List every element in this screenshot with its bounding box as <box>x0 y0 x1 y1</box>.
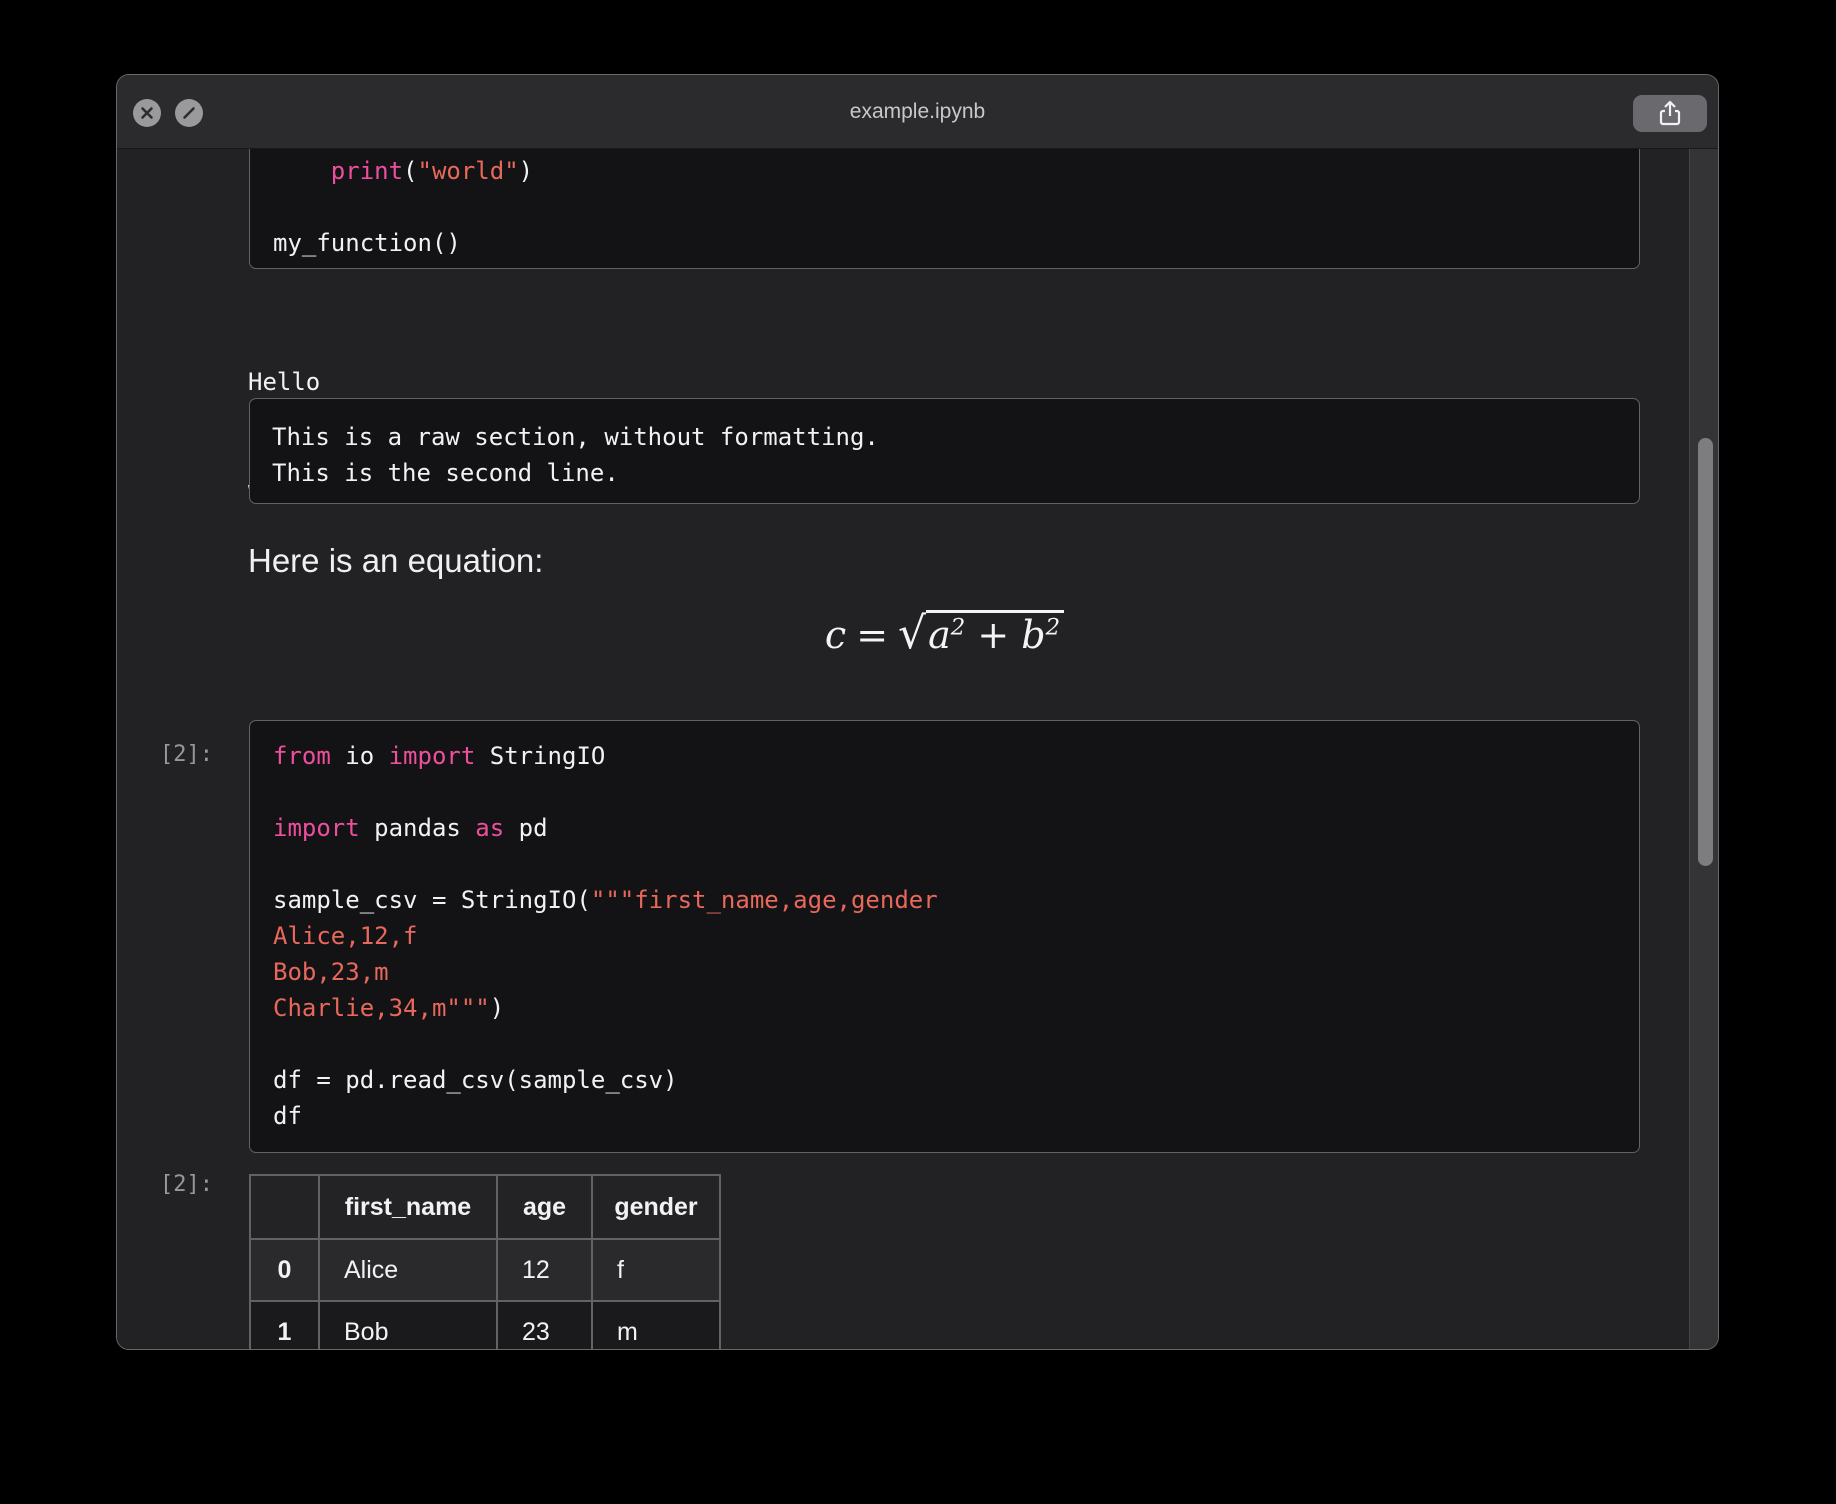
table-header-first-name: first_name <box>318 1174 498 1240</box>
code-line: from io import StringIO <box>273 742 606 770</box>
code-line: print("world") <box>330 157 534 185</box>
string-token: Charlie,34,m""" <box>273 994 490 1022</box>
raw-line: This is the second line. <box>272 459 619 487</box>
code-cell-2: from io import StringIO import pandas as… <box>249 720 1640 1153</box>
keyword-token: as <box>475 814 505 842</box>
equation-row: c = √a2 + b2 <box>249 607 1640 659</box>
output-prompt: [2]: <box>160 1172 213 1197</box>
string-line: Bob,23,m <box>273 958 389 986</box>
code-cell-1: print("world") my_function() <box>249 149 1640 269</box>
dataframe-table: first_name age gender 0 Alice 12 f 1 Bob… <box>249 1174 721 1349</box>
cell-gender: m <box>591 1300 721 1349</box>
keyword-token: import <box>273 814 360 842</box>
table-header-gender: gender <box>591 1174 721 1240</box>
string-token: """first_name,age,gender <box>590 886 938 914</box>
row-index: 0 <box>249 1238 320 1302</box>
code-cell-2-source: from io import StringIO import pandas as… <box>273 738 938 1134</box>
notebook-viewer-window: example.ipynb print("world") my_function… <box>116 74 1719 1350</box>
radicand: a2 + b2 <box>926 609 1065 657</box>
cell-age: 12 <box>496 1238 593 1302</box>
keyword-token: import <box>388 742 476 770</box>
code-line: df = pd.read_csv(sample_csv) <box>273 1066 678 1094</box>
code-line: df <box>273 1102 302 1130</box>
code-line: sample_csv = StringIO("""first_name,age,… <box>273 886 938 914</box>
raw-cell-text: This is a raw section, without formattin… <box>272 419 879 491</box>
row-index: 1 <box>249 1300 320 1349</box>
share-icon <box>1659 100 1681 125</box>
table-row: 1 Bob 23 m <box>249 1300 721 1349</box>
scrollbar-thumb[interactable] <box>1698 438 1713 866</box>
raw-line: This is a raw section, without formattin… <box>272 423 879 451</box>
keyword-token: from <box>273 742 331 770</box>
cell-first-name: Bob <box>318 1300 498 1349</box>
radical-sign: √ <box>898 607 927 659</box>
table-row: 0 Alice 12 f <box>249 1238 721 1302</box>
code-line: Charlie,34,m""") <box>273 994 505 1022</box>
table-header-index <box>249 1174 320 1240</box>
code-line: import pandas as pd <box>273 814 548 842</box>
table-header-row: first_name age gender <box>249 1174 721 1240</box>
cell-age: 23 <box>496 1300 593 1349</box>
window-title: example.ipynb <box>849 100 986 123</box>
table-header-age: age <box>496 1174 593 1240</box>
cell-gender: f <box>591 1238 721 1302</box>
keyword-token: print <box>330 157 404 185</box>
code-line: my_function() <box>273 229 461 257</box>
code-cell-1-source: print("world") my_function() <box>273 153 533 261</box>
desktop-background: { "window": { "title": "example.ipynb" }… <box>0 0 1836 1504</box>
string-line: Alice,12,f <box>273 922 418 950</box>
markdown-paragraph: Here is an equation: <box>248 542 544 579</box>
cell-first-name: Alice <box>318 1238 498 1302</box>
titlebar[interactable]: example.ipynb <box>117 75 1718 149</box>
string-token: "world" <box>417 157 519 185</box>
raw-cell: This is a raw section, without formattin… <box>249 398 1640 504</box>
input-prompt: [2]: <box>160 742 213 767</box>
share-button[interactable] <box>1633 95 1707 132</box>
notebook-scroll-area: print("world") my_function() Hello world… <box>117 149 1718 1349</box>
output-line: Hello <box>248 368 321 396</box>
latex-equation: c = √a2 + b2 <box>825 607 1065 659</box>
